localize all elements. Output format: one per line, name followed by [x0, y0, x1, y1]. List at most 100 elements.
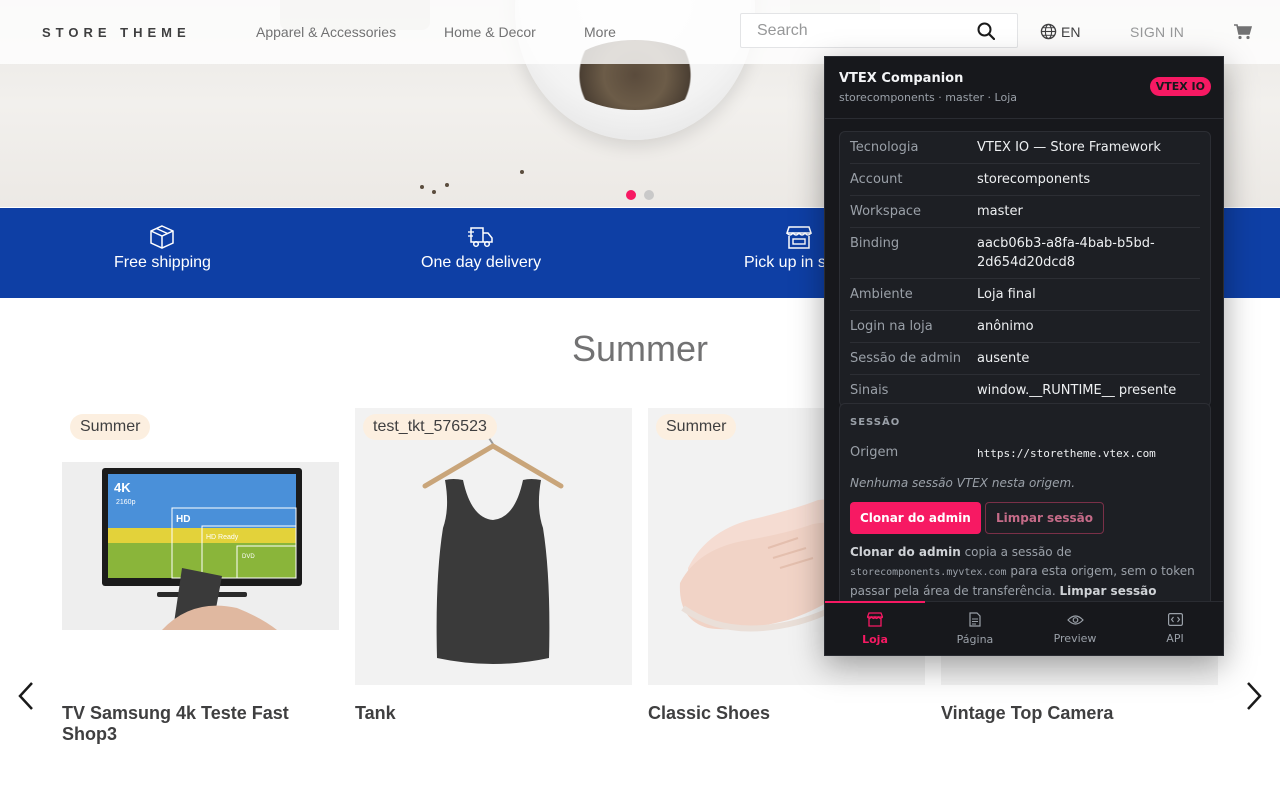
feature-label: Pick up in s: [744, 254, 826, 271]
feature-one-day-delivery: One day delivery: [421, 224, 541, 272]
tab-label: Preview: [1053, 631, 1097, 645]
panel-tab-bar: Loja Página Preview API: [825, 601, 1223, 655]
info-row-ambiente: Ambiente Loja final: [850, 279, 1200, 311]
clear-session-button[interactable]: Limpar sessão: [985, 502, 1104, 534]
origin-value: https://storetheme.vtex.com: [977, 447, 1156, 460]
globe-icon: [1040, 23, 1057, 40]
info-row-workspace: Workspace master: [850, 196, 1200, 228]
info-row-binding: Binding aacb06b3-a8fa-4bab-b5bd-2d654d20…: [850, 228, 1200, 279]
feature-pick-up: Pick up in s: [744, 224, 826, 272]
session-empty-message: Nenhuma sessão VTEX nesta origem.: [850, 476, 1076, 490]
panel-title: VTEX Companion: [839, 71, 964, 86]
eye-icon: [1066, 614, 1084, 625]
tab-api[interactable]: API: [1125, 602, 1223, 655]
product-image-tank[interactable]: [355, 408, 632, 685]
hero-seed: [445, 183, 449, 187]
tv-label-hd: HD: [176, 514, 190, 525]
box-icon: [150, 225, 175, 249]
tv-label-hd-ready: HD Ready: [206, 534, 239, 541]
info-card: Tecnologia VTEX IO — Store Framework Acc…: [839, 131, 1211, 407]
info-value: master: [977, 204, 1023, 219]
info-key: Sinais: [850, 383, 889, 398]
session-description: Clonar do admin copia a sessão de storec…: [850, 543, 1202, 601]
nav-item-more[interactable]: More: [584, 24, 616, 40]
info-row-account: Account storecomponents: [850, 164, 1200, 196]
store-logo[interactable]: STORE THEME: [42, 25, 191, 40]
clone-from-admin-button[interactable]: Clonar do admin: [850, 502, 981, 534]
carousel-dots: [626, 190, 654, 200]
search-input[interactable]: [741, 14, 961, 47]
info-key: Login na loja: [850, 319, 933, 334]
info-value: window.__RUNTIME__ presente: [977, 383, 1177, 398]
feature-label: One day delivery: [421, 254, 542, 271]
info-key: Account: [850, 172, 903, 187]
info-key: Sessão de admin: [850, 351, 961, 366]
product-name[interactable]: Classic Shoes: [648, 703, 925, 724]
search-icon[interactable]: [977, 22, 995, 40]
shelf-prev-arrow-icon[interactable]: [16, 681, 36, 711]
info-row-sinais: Sinais window.__RUNTIME__ presente: [850, 375, 1200, 406]
vtex-companion-panel: VTEX Companion storecomponents · master …: [824, 56, 1224, 656]
info-value: Loja final: [977, 287, 1036, 302]
info-key: Binding: [850, 236, 900, 251]
sign-in-link[interactable]: SIGN IN: [1130, 24, 1184, 40]
session-section-label: SESSÃO: [850, 417, 901, 428]
desc-bold: Clonar do admin: [850, 545, 961, 559]
tab-loja[interactable]: Loja: [825, 601, 925, 655]
info-value: anônimo: [977, 319, 1034, 334]
carousel-dot[interactable]: [644, 190, 654, 200]
info-value: VTEX IO — Store Framework: [977, 140, 1161, 155]
store-icon: [786, 226, 812, 249]
desc-text: copia a sessão de: [960, 545, 1072, 559]
tv-label-4k: 4K: [114, 480, 131, 495]
document-icon: [969, 612, 981, 627]
language-label: EN: [1061, 23, 1081, 40]
cart-icon[interactable]: [1234, 24, 1252, 40]
carousel-dot-active[interactable]: [626, 190, 636, 200]
hero-seed: [420, 185, 424, 189]
product-name[interactable]: TV Samsung 4k Teste Fast Shop3: [62, 703, 339, 745]
info-key: Workspace: [850, 204, 922, 219]
desc-domain: storecomponents.myvtex.com: [850, 567, 1007, 578]
tab-preview[interactable]: Preview: [1025, 602, 1125, 655]
search-box: [740, 13, 1018, 48]
code-icon: [1167, 613, 1183, 626]
info-value: aacb06b3-a8fa-4bab-b5bd-2d654d20dcd8: [977, 236, 1155, 270]
tab-pagina[interactable]: Página: [925, 602, 1025, 655]
tab-label: API: [1166, 632, 1184, 645]
language-selector[interactable]: EN: [1040, 23, 1080, 40]
nav-item-home-decor[interactable]: Home & Decor: [444, 24, 536, 40]
hero-seed: [520, 170, 524, 174]
info-row-tecnologia: Tecnologia VTEX IO — Store Framework: [850, 132, 1200, 164]
store-page: STORE THEME Apparel & Accessories Home &…: [0, 0, 1280, 800]
product-badge: Summer: [70, 414, 151, 440]
product-badge: test_tkt_576523: [363, 414, 497, 440]
tank-image: [422, 425, 564, 664]
info-value: ausente: [977, 351, 1030, 366]
product-image-tv[interactable]: 4K 2160p HD HD Ready DVD: [62, 408, 339, 685]
product-card[interactable]: 4K 2160p HD HD Ready DVD Summer TV Samsu…: [62, 408, 339, 745]
platform-badge: VTEX IO: [1149, 77, 1211, 96]
tv-label-res: 2160p: [116, 499, 136, 506]
info-value: storecomponents: [977, 172, 1091, 187]
info-row-admin-session: Sessão de admin ausente: [850, 343, 1200, 375]
panel-subtitle: storecomponents · master · Loja: [839, 91, 1018, 104]
shelf-next-arrow-icon[interactable]: [1244, 681, 1264, 711]
tv-image: 4K 2160p HD HD Ready DVD: [62, 462, 339, 630]
desc-bold: Limpar sessão: [1059, 584, 1157, 598]
product-card[interactable]: test_tkt_576523 Tank: [355, 408, 632, 724]
info-row-login: Login na loja anônimo: [850, 311, 1200, 343]
hero-seed: [432, 190, 436, 194]
product-badge: Summer: [656, 414, 737, 440]
info-key: Ambiente: [850, 287, 913, 302]
feature-free-shipping: Free shipping: [114, 224, 211, 272]
tab-label: Página: [956, 633, 994, 646]
product-name[interactable]: Vintage Top Camera: [941, 703, 1218, 724]
tab-label: Loja: [862, 633, 888, 646]
nav-item-apparel[interactable]: Apparel & Accessories: [256, 24, 396, 40]
product-name[interactable]: Tank: [355, 703, 632, 724]
feature-label: Free shipping: [114, 254, 211, 271]
truck-icon: [468, 227, 493, 248]
info-key: Tecnologia: [850, 140, 919, 155]
origin-label: Origem: [850, 445, 899, 460]
